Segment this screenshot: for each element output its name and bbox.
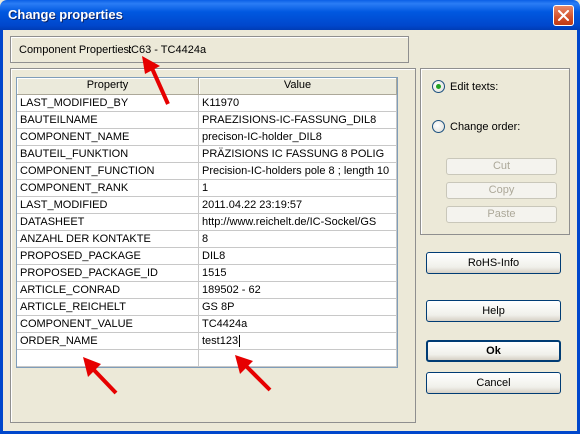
property-name-cell[interactable]: ARTICLE_CONRAD bbox=[17, 282, 199, 299]
table-row[interactable]: ARTICLE_CONRAD 189502 - 62 bbox=[17, 282, 397, 299]
cut-button[interactable]: Cut bbox=[446, 158, 557, 175]
property-value-cell[interactable]: GS 8P bbox=[199, 299, 397, 316]
cancel-button[interactable]: Cancel bbox=[426, 372, 561, 394]
table-row[interactable]: COMPONENT_FUNCTION Precision-IC-holders p… bbox=[17, 163, 397, 180]
help-button[interactable]: Help bbox=[426, 300, 561, 322]
property-name-cell[interactable]: ANZAHL DER KONTAKTE bbox=[17, 231, 199, 248]
component-properties-value: IC63 - TC4424a bbox=[128, 44, 207, 56]
property-name-cell[interactable]: PROPOSED_PACKAGE_ID bbox=[17, 265, 199, 282]
properties-table: Property Value LAST_MODIFIED_BY K11970 BAU… bbox=[16, 77, 398, 368]
property-name-cell[interactable]: COMPONENT_VALUE bbox=[17, 316, 199, 333]
property-value-cell[interactable]: 8 bbox=[199, 231, 397, 248]
table-row[interactable] bbox=[17, 350, 397, 367]
property-value-cell[interactable]: PRAEZISIONS-IC-FASSUNG_DIL8 bbox=[199, 112, 397, 129]
window-title: Change properties bbox=[8, 7, 123, 22]
change-order-option[interactable]: Change order: bbox=[432, 120, 520, 133]
property-value-cell[interactable]: test123 bbox=[199, 333, 397, 350]
property-name-cell[interactable]: BAUTEIL_FUNKTION bbox=[17, 146, 199, 163]
property-name-cell[interactable]: LAST_MODIFIED bbox=[17, 197, 199, 214]
column-header-property[interactable]: Property bbox=[17, 78, 199, 95]
property-value-cell[interactable]: PRÄZISIONS IC FASSUNG 8 POLIG bbox=[199, 146, 397, 163]
table-row[interactable]: DATASHEET http://www.reichelt.de/IC-Socke… bbox=[17, 214, 397, 231]
options-panel: Edit texts: Change order: Cut Copy Paste bbox=[420, 68, 570, 235]
component-properties-box: Component Properties: IC63 - TC4424a bbox=[10, 36, 409, 63]
window-frame-left bbox=[0, 30, 3, 434]
paste-button[interactable]: Paste bbox=[446, 206, 557, 223]
component-properties-label: Component Properties: bbox=[19, 44, 133, 56]
property-value-cell[interactable]: precison-IC-holder_DIL8 bbox=[199, 129, 397, 146]
table-row[interactable]: LAST_MODIFIED_BY K11970 bbox=[17, 95, 397, 112]
table-row[interactable]: COMPONENT_RANK 1 bbox=[17, 180, 397, 197]
table-row[interactable]: ANZAHL DER KONTAKTE 8 bbox=[17, 231, 397, 248]
ok-button[interactable]: Ok bbox=[426, 340, 561, 362]
change-order-radio[interactable] bbox=[432, 120, 445, 133]
column-header-value[interactable]: Value bbox=[199, 78, 397, 95]
text-caret bbox=[239, 335, 241, 348]
property-name-cell[interactable]: COMPONENT_FUNCTION bbox=[17, 163, 199, 180]
table-header: Property Value bbox=[17, 78, 397, 95]
close-button[interactable] bbox=[553, 5, 574, 26]
property-name-cell[interactable]: COMPONENT_NAME bbox=[17, 129, 199, 146]
property-name-cell[interactable]: LAST_MODIFIED_BY bbox=[17, 95, 199, 112]
property-value-cell[interactable]: 1 bbox=[199, 180, 397, 197]
copy-button[interactable]: Copy bbox=[446, 182, 557, 199]
property-value-cell[interactable]: 2011.04.22 23:19:57 bbox=[199, 197, 397, 214]
property-name-cell[interactable]: PROPOSED_PACKAGE bbox=[17, 248, 199, 265]
table-row[interactable]: PROPOSED_PACKAGE DIL8 bbox=[17, 248, 397, 265]
property-value-cell[interactable]: 189502 - 62 bbox=[199, 282, 397, 299]
property-value-cell[interactable]: 1515 bbox=[199, 265, 397, 282]
property-name-cell[interactable]: ARTICLE_REICHELT bbox=[17, 299, 199, 316]
table-row[interactable]: BAUTEIL_FUNKTION PRÄZISIONS IC FASSUNG 8 … bbox=[17, 146, 397, 163]
table-row[interactable]: LAST_MODIFIED 2011.04.22 23:19:57 bbox=[17, 197, 397, 214]
property-name-cell[interactable]: DATASHEET bbox=[17, 214, 199, 231]
table-row[interactable]: ARTICLE_REICHELT GS 8P bbox=[17, 299, 397, 316]
change-order-label: Change order: bbox=[450, 120, 521, 133]
property-value-cell[interactable]: http://www.reichelt.de/IC-Sockel/GS bbox=[199, 214, 397, 231]
close-icon bbox=[558, 10, 569, 21]
property-value-cell[interactable]: Precision-IC-holders pole 8 ; length 10 bbox=[199, 163, 397, 180]
rohs-info-button[interactable]: RoHS-Info bbox=[426, 252, 561, 274]
title-bar: Change properties bbox=[0, 0, 580, 30]
property-value-cell[interactable] bbox=[199, 350, 397, 367]
property-name-cell[interactable]: ORDER_NAME bbox=[17, 333, 199, 350]
property-name-cell[interactable]: COMPONENT_RANK bbox=[17, 180, 199, 197]
property-value-cell[interactable]: K11970 bbox=[199, 95, 397, 112]
table-row[interactable]: COMPONENT_VALUE TC4424a bbox=[17, 316, 397, 333]
edit-texts-radio[interactable] bbox=[432, 80, 445, 93]
table-row[interactable]: BAUTEILNAME PRAEZISIONS-IC-FASSUNG_DIL8 bbox=[17, 112, 397, 129]
property-name-cell[interactable] bbox=[17, 350, 199, 367]
table-row[interactable]: PROPOSED_PACKAGE_ID 1515 bbox=[17, 265, 397, 282]
property-name-cell[interactable]: BAUTEILNAME bbox=[17, 112, 199, 129]
table-row[interactable]: ORDER_NAME test123 bbox=[17, 333, 397, 350]
edit-texts-label: Edit texts: bbox=[450, 80, 499, 93]
property-value-cell[interactable]: DIL8 bbox=[199, 248, 397, 265]
table-row[interactable]: COMPONENT_NAME precison-IC-holder_DIL8 bbox=[17, 129, 397, 146]
property-value-cell[interactable]: TC4424a bbox=[199, 316, 397, 333]
edit-texts-option[interactable]: Edit texts: bbox=[432, 80, 498, 93]
